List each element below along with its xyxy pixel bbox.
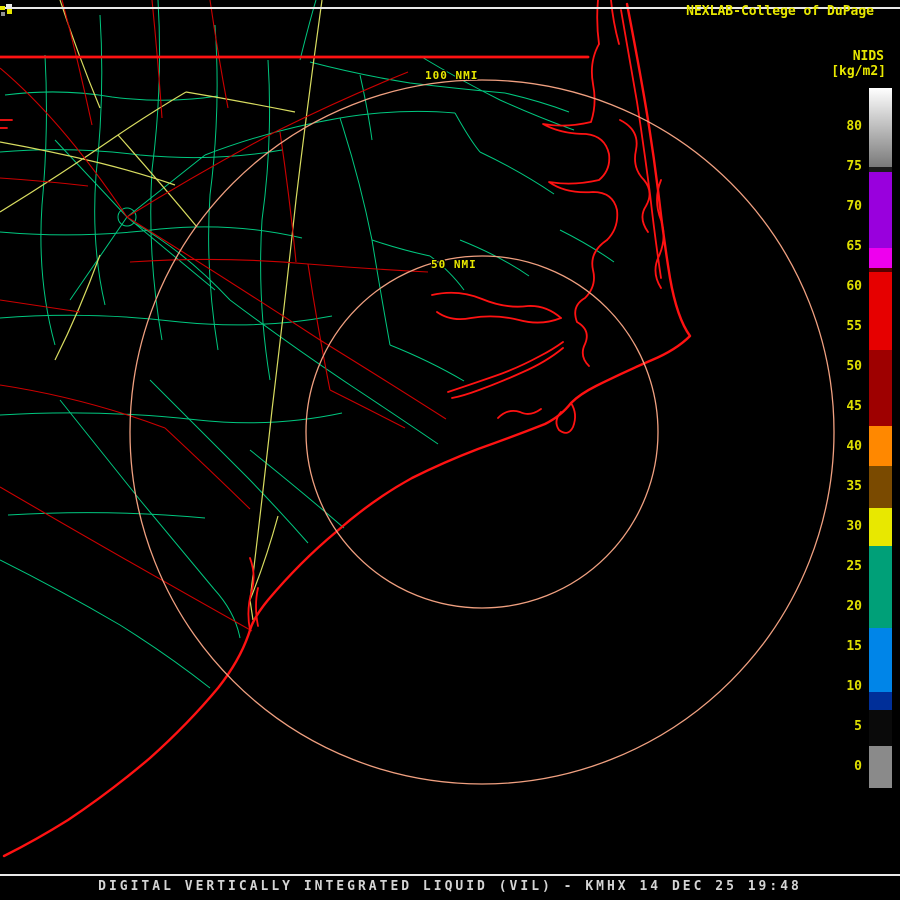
- river-shoreline: [431, 291, 562, 319]
- highway-segment: [185, 91, 296, 113]
- road-segment: [149, 379, 309, 544]
- colorbar-tick-label: 50: [846, 359, 862, 374]
- colorbar-segment: [869, 172, 892, 248]
- colorbar-segment: [869, 350, 892, 426]
- colorbar-segment: [869, 248, 892, 268]
- colorbar-tick-label: 5: [854, 719, 862, 734]
- colorbar-segment: [869, 746, 892, 788]
- road-segment: [0, 559, 211, 689]
- radar-display: NEXLAB-College of DuPage NIDS [kg/m2] 80…: [0, 0, 900, 900]
- range-ring-layer: [129, 79, 835, 785]
- road-segment: [61, 0, 93, 126]
- colorbar-segment: [869, 508, 892, 546]
- road-segment: [279, 131, 297, 263]
- colorbar-segments: [869, 88, 892, 788]
- colorbar-segment: [869, 88, 892, 167]
- road-segment: [209, 0, 229, 109]
- range-ring-label-100nmi: 100 NMI: [425, 69, 479, 82]
- road-segment: [504, 92, 570, 113]
- colorbar-segment: [869, 692, 892, 710]
- highway-segment: [0, 141, 176, 186]
- colorbar-ticks: 80 75 70 65 60 55 50 45 40 35 30 25 20 15 10 5 0: [826, 0, 862, 900]
- range-ring-label-50nmi: 50 NMI: [431, 258, 477, 271]
- colorbar-segment: [869, 546, 892, 628]
- boundary-segment: [208, 24, 219, 351]
- road-segment: [126, 216, 447, 420]
- road-segment: [479, 151, 555, 195]
- colorbar-segment: [869, 272, 892, 350]
- colorbar-tick-label: 60: [846, 279, 862, 294]
- cod-logo-icon: [0, 4, 12, 16]
- range-ring-50nmi: [305, 255, 659, 609]
- river-shoreline: [497, 408, 542, 419]
- colorbar-tick-label: 55: [846, 319, 862, 334]
- coast-segment: [2, 2, 692, 858]
- road-segment: [135, 223, 231, 301]
- road-segment: [249, 449, 345, 529]
- road-segment: [419, 55, 575, 131]
- colorbar-segment: [869, 628, 892, 692]
- road-segment: [0, 486, 253, 632]
- colorbar-tick-label: 10: [846, 679, 862, 694]
- boundary-segment: [260, 59, 271, 381]
- colorbar-tick-label: 15: [846, 639, 862, 654]
- colorbar-tick-label: 20: [846, 599, 862, 614]
- green-road-layer: [0, 0, 615, 689]
- road-segment: [307, 263, 331, 391]
- highway-segment: [54, 254, 101, 361]
- road-segment: [339, 117, 391, 346]
- boundary-segment: [7, 512, 206, 519]
- highway-segment: [249, 0, 323, 621]
- colorbar-segment: [869, 466, 892, 508]
- sound-shoreline: [542, 43, 619, 241]
- highway-segment: [249, 515, 279, 601]
- road-segment: [559, 229, 615, 263]
- road-segment: [359, 74, 373, 141]
- road-segment: [59, 399, 215, 590]
- road-segment: [454, 112, 481, 153]
- road-segment: [126, 154, 206, 218]
- colorbar-tick-label: 45: [846, 399, 862, 414]
- sound-shoreline: [619, 119, 651, 233]
- colorbar-tick-label: 30: [846, 519, 862, 534]
- colorbar-segment: [869, 426, 892, 466]
- coastline-layer: [0, 0, 692, 858]
- river-shoreline: [447, 341, 564, 393]
- colorbar-tick-label: 70: [846, 199, 862, 214]
- road-segment: [389, 344, 465, 382]
- boundary-segment: [0, 412, 343, 424]
- colorbar-tick-label: 0: [854, 759, 862, 774]
- highway-segment: [117, 134, 198, 228]
- road-segment: [204, 110, 456, 156]
- road-segment: [371, 239, 431, 257]
- road-segment: [299, 0, 317, 61]
- road-segment: [54, 139, 128, 218]
- colorbar-tick-label: 80: [846, 119, 862, 134]
- colorbar-tick-label: 40: [846, 439, 862, 454]
- colorbar-tick-label: 75: [846, 159, 862, 174]
- colorbar-segment: [869, 710, 892, 746]
- river-shoreline: [451, 347, 564, 399]
- colorbar-tick-label: 35: [846, 479, 862, 494]
- product-caption: DIGITAL VERTICALLY INTEGRATED LIQUID (VI…: [98, 879, 802, 894]
- road-segment: [126, 71, 409, 218]
- boundary-segment: [4, 91, 219, 101]
- radar-map: [0, 0, 835, 858]
- boundary-segment: [40, 54, 56, 346]
- colorbar-tick-label: 25: [846, 559, 862, 574]
- river-shoreline: [255, 587, 259, 627]
- coast-segment: [620, 9, 662, 279]
- road-segment: [0, 384, 166, 429]
- river-shoreline: [436, 311, 562, 324]
- road-segment: [0, 299, 81, 313]
- colorbar-tick-label: 65: [846, 239, 862, 254]
- road-segment: [213, 588, 241, 639]
- road-segment: [329, 389, 406, 429]
- road-segment: [164, 427, 251, 510]
- bottom-frame-line: [0, 874, 900, 876]
- range-ring-100nmi: [129, 79, 835, 785]
